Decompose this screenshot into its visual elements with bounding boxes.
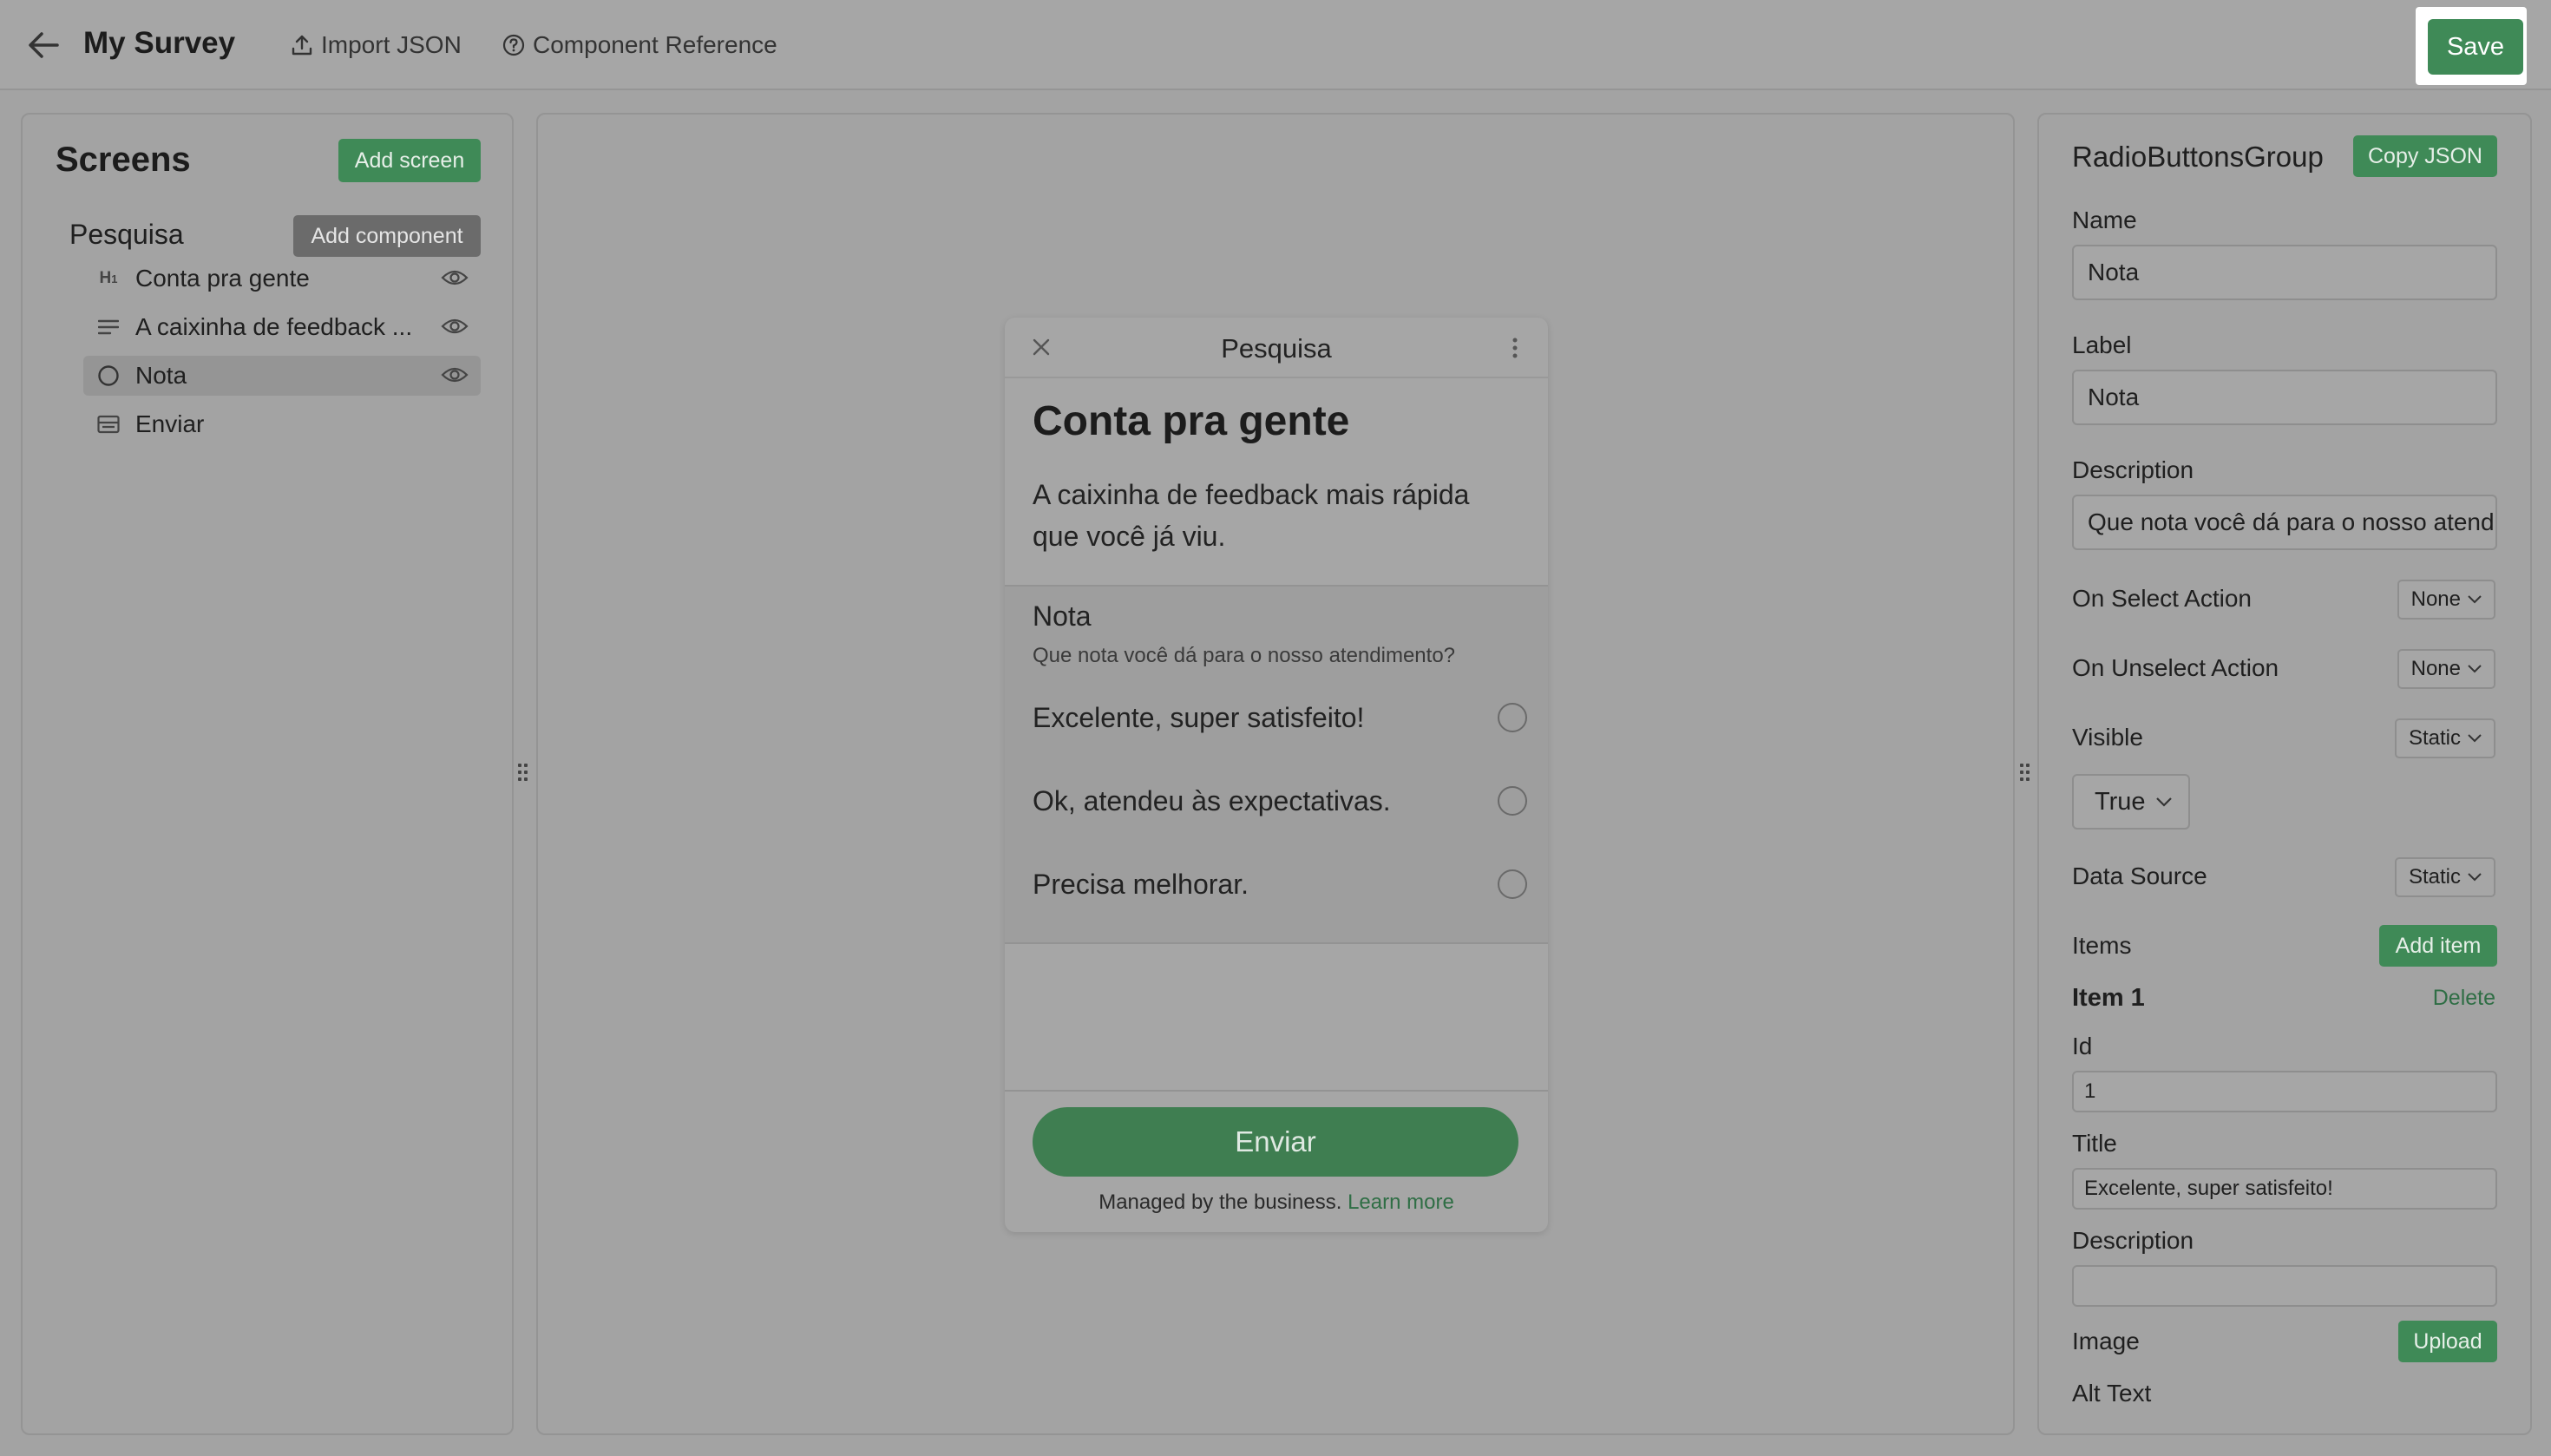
radio-option[interactable]: Precisa melhorar. [1033, 862, 1527, 906]
help-circle-icon [502, 34, 525, 56]
preview-header: Pesquisa [1005, 318, 1548, 378]
top-bar: My Survey Import JSON Component Referenc… [0, 0, 2551, 90]
description-label: Description [2072, 456, 2194, 483]
tree-item-radio-group[interactable]: Nota [83, 356, 481, 396]
chevron-down-icon [2468, 734, 2482, 743]
on-unselect-value: None [2410, 657, 2461, 680]
footer-button-icon [95, 415, 121, 434]
managed-text: Managed by the business. [1098, 1190, 1342, 1214]
radio-option-label: Precisa melhorar. [1033, 868, 1249, 900]
add-item-button[interactable]: Add item [2379, 925, 2497, 967]
eye-icon[interactable] [441, 267, 469, 288]
save-button[interactable]: Save [2428, 19, 2523, 75]
radio-option[interactable]: Excelente, super satisfeito! [1033, 696, 1527, 739]
image-label: Image [2072, 1328, 2140, 1354]
item-description-input[interactable] [2072, 1265, 2497, 1307]
upload-button[interactable]: Upload [2398, 1321, 2497, 1362]
footer-divider [1005, 1090, 1548, 1092]
label-label: Label [2072, 331, 2132, 358]
text-lines-icon [95, 318, 121, 336]
data-source-dropdown[interactable]: Static [2394, 857, 2495, 897]
radio-option-label: Ok, atendeu às expectativas. [1033, 784, 1391, 817]
on-unselect-dropdown[interactable]: None [2397, 649, 2495, 689]
screen-item-pesquisa[interactable]: Pesquisa [69, 219, 184, 251]
on-select-dropdown[interactable]: None [2397, 580, 2495, 620]
tree-item-label: Nota [135, 362, 187, 389]
tree-item-heading[interactable]: H1 Conta pra gente [83, 259, 481, 298]
radio-option[interactable]: Ok, atendeu às expectativas. [1033, 779, 1527, 823]
radio-icon [95, 364, 121, 387]
item-title: Item 1 [2072, 984, 2145, 1012]
managed-notice: Managed by the business. Learn more [1005, 1190, 1548, 1215]
data-source-label: Data Source [2072, 862, 2207, 889]
id-label: Id [2072, 1033, 2093, 1059]
preview-heading: Conta pra gente [1033, 398, 1350, 444]
eye-icon[interactable] [441, 316, 469, 337]
alt-text-label: Alt Text [2072, 1380, 2152, 1407]
screens-panel: Screens Add screen Pesquisa Add componen… [21, 113, 514, 1435]
component-reference-label: Component Reference [533, 31, 777, 58]
description-input[interactable]: Que nota você dá para o nosso atendiment… [2072, 495, 2497, 550]
upload-icon [292, 35, 312, 56]
visible-mode-dropdown[interactable]: Static [2394, 718, 2495, 758]
add-component-button[interactable]: Add component [293, 215, 481, 257]
visible-mode-value: Static [2408, 726, 2461, 750]
component-type-title: RadioButtonsGroup [2072, 141, 2324, 173]
name-label: Name [2072, 207, 2137, 233]
label-input[interactable]: Nota [2072, 370, 2497, 425]
preview-title: Pesquisa [1221, 333, 1332, 364]
visible-value: True [2095, 787, 2146, 816]
title-input[interactable]: Excelente, super satisfeito! [2072, 1168, 2497, 1210]
component-reference-link[interactable]: Component Reference [502, 31, 777, 59]
visible-value-dropdown[interactable]: True [2072, 774, 2190, 830]
item-description-label: Description [2072, 1227, 2194, 1254]
right-resize-handle[interactable] [2020, 764, 2030, 783]
data-source-value: Static [2408, 865, 2461, 889]
heading-icon: H1 [99, 269, 118, 287]
copy-json-button[interactable]: Copy JSON [2353, 135, 2497, 177]
eye-icon[interactable] [441, 364, 469, 385]
visible-label: Visible [2072, 724, 2143, 751]
chevron-down-icon [2155, 797, 2172, 807]
radio-circle-icon[interactable] [1498, 703, 1527, 732]
delete-item-link[interactable]: Delete [2433, 986, 2495, 1011]
tree-item-footer[interactable]: Enviar [83, 404, 481, 444]
tree-item-label: Enviar [135, 410, 205, 437]
tree-item-label: A caixinha de feedback ... [135, 313, 413, 340]
radio-circle-icon[interactable] [1498, 786, 1527, 816]
survey-title: My Survey [83, 26, 236, 60]
more-vertical-icon[interactable] [1512, 337, 1518, 359]
tree-item-body-text[interactable]: A caixinha de feedback ... [83, 307, 481, 347]
on-unselect-label: On Unselect Action [2072, 654, 2279, 681]
add-screen-button[interactable]: Add screen [338, 139, 481, 182]
on-select-label: On Select Action [2072, 585, 2253, 612]
radio-circle-icon[interactable] [1498, 869, 1527, 899]
submit-button[interactable]: Enviar [1033, 1107, 1518, 1177]
title-label: Title [2072, 1130, 2117, 1157]
import-json-button[interactable]: Import JSON [290, 31, 462, 59]
learn-more-link[interactable]: Learn more [1348, 1190, 1454, 1214]
import-json-label: Import JSON [321, 31, 462, 58]
tree-item-label: Conta pra gente [135, 265, 310, 292]
screens-heading: Screens [56, 141, 191, 179]
on-select-value: None [2410, 587, 2461, 611]
radio-group-label: Nota [1033, 600, 1092, 632]
properties-panel: RadioButtonsGroup Copy JSON Name Nota La… [2037, 113, 2532, 1435]
left-resize-handle[interactable] [518, 764, 528, 783]
chevron-down-icon [2468, 595, 2482, 604]
id-input[interactable]: 1 [2072, 1071, 2497, 1112]
radio-option-label: Excelente, super satisfeito! [1033, 701, 1365, 733]
preview-radio-group: Nota Que nota você dá para o nosso atend… [1005, 585, 1548, 944]
items-label: Items [2072, 932, 2132, 959]
back-arrow-icon[interactable] [26, 30, 61, 61]
name-input[interactable]: Nota [2072, 245, 2497, 300]
save-highlight: Save [2416, 7, 2527, 85]
flow-preview: Pesquisa Conta pra gente A caixinha de f… [1005, 318, 1548, 1232]
radio-group-description: Que nota você dá para o nosso atendiment… [1033, 644, 1456, 667]
preview-body-text: A caixinha de feedback mais rápida que v… [1033, 479, 1470, 552]
chevron-down-icon [2468, 665, 2482, 673]
chevron-down-icon [2468, 873, 2482, 882]
